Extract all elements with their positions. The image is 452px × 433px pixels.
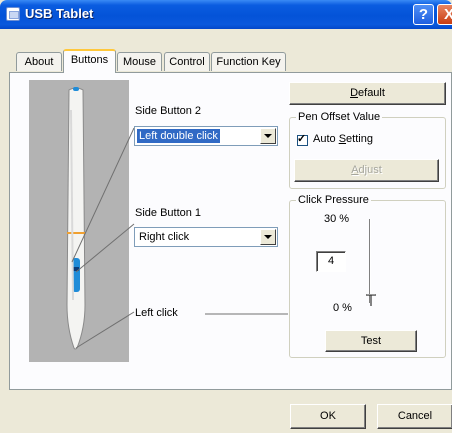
- cancel-button[interactable]: Cancel: [377, 404, 452, 429]
- adjust-rest: djust: [358, 164, 382, 176]
- tab-mouse[interactable]: Mouse: [117, 52, 162, 71]
- stylus-drawing: [66, 87, 86, 350]
- auto-setting-label[interactable]: Auto Setting: [313, 133, 373, 145]
- side-button-1-label: Side Button 1: [135, 207, 202, 219]
- tip-label: Left click: [135, 307, 178, 319]
- tab-about[interactable]: About: [16, 52, 62, 71]
- pressure-min-label: 0 %: [333, 302, 352, 314]
- side-button-1-value: Right click: [139, 231, 190, 243]
- chevron-down-icon[interactable]: [260, 128, 276, 144]
- ok-button[interactable]: OK: [290, 404, 366, 429]
- tab-control[interactable]: Control: [164, 52, 210, 71]
- side-button-2-value: Left double click: [137, 129, 220, 143]
- close-icon: X: [443, 6, 452, 23]
- window-title: USB Tablet: [25, 6, 94, 21]
- side-button-1-dropdown[interactable]: Right click: [134, 227, 278, 247]
- pen-illustration: [29, 80, 129, 362]
- tab-label: About: [24, 56, 54, 68]
- tab-function-key[interactable]: Function Key: [211, 52, 286, 71]
- tab-label: Mouse: [122, 56, 157, 68]
- pen-offset-legend: Pen Offset Value: [296, 111, 383, 123]
- tab-label: Function Key: [216, 56, 281, 68]
- close-button[interactable]: X: [437, 4, 452, 25]
- pressure-max-label: 30 %: [324, 213, 350, 225]
- pressure-slider-thumb[interactable]: [365, 294, 377, 308]
- default-rest: efault: [358, 87, 385, 99]
- tab-label: Control: [169, 56, 205, 68]
- tab-label: Buttons: [70, 54, 109, 66]
- side-button-2-label: Side Button 2: [135, 105, 202, 117]
- help-button[interactable]: ?: [413, 4, 434, 25]
- chevron-down-icon[interactable]: [260, 229, 276, 245]
- side-button-2-dropdown[interactable]: Left double click: [134, 126, 278, 146]
- pressure-slider-track-highlight: [370, 219, 371, 303]
- checkmark-icon: ✓: [297, 133, 307, 145]
- auto-setting-pre: Auto: [313, 133, 339, 145]
- auto-setting-mnemonic: S: [338, 133, 347, 145]
- auto-setting-rest: etting: [346, 133, 373, 145]
- help-icon: ?: [418, 6, 429, 23]
- tab-buttons[interactable]: Buttons: [63, 49, 116, 73]
- usb-tablet-dialog: USB Tablet ? X About Buttons Mouse Contr…: [0, 0, 452, 433]
- auto-setting-checkbox[interactable]: ✓: [297, 133, 308, 146]
- test-button[interactable]: Test: [325, 330, 417, 352]
- pressure-value-box: 4: [316, 251, 346, 272]
- click-pressure-legend: Click Pressure: [296, 194, 371, 206]
- adjust-button[interactable]: Adjust: [294, 159, 439, 182]
- title-bar[interactable]: USB Tablet ? X: [0, 0, 452, 29]
- default-button[interactable]: Default: [289, 82, 446, 105]
- default-mnemonic: D: [350, 87, 359, 99]
- adjust-mnemonic: A: [351, 164, 359, 176]
- tablet-window-icon: [6, 7, 20, 21]
